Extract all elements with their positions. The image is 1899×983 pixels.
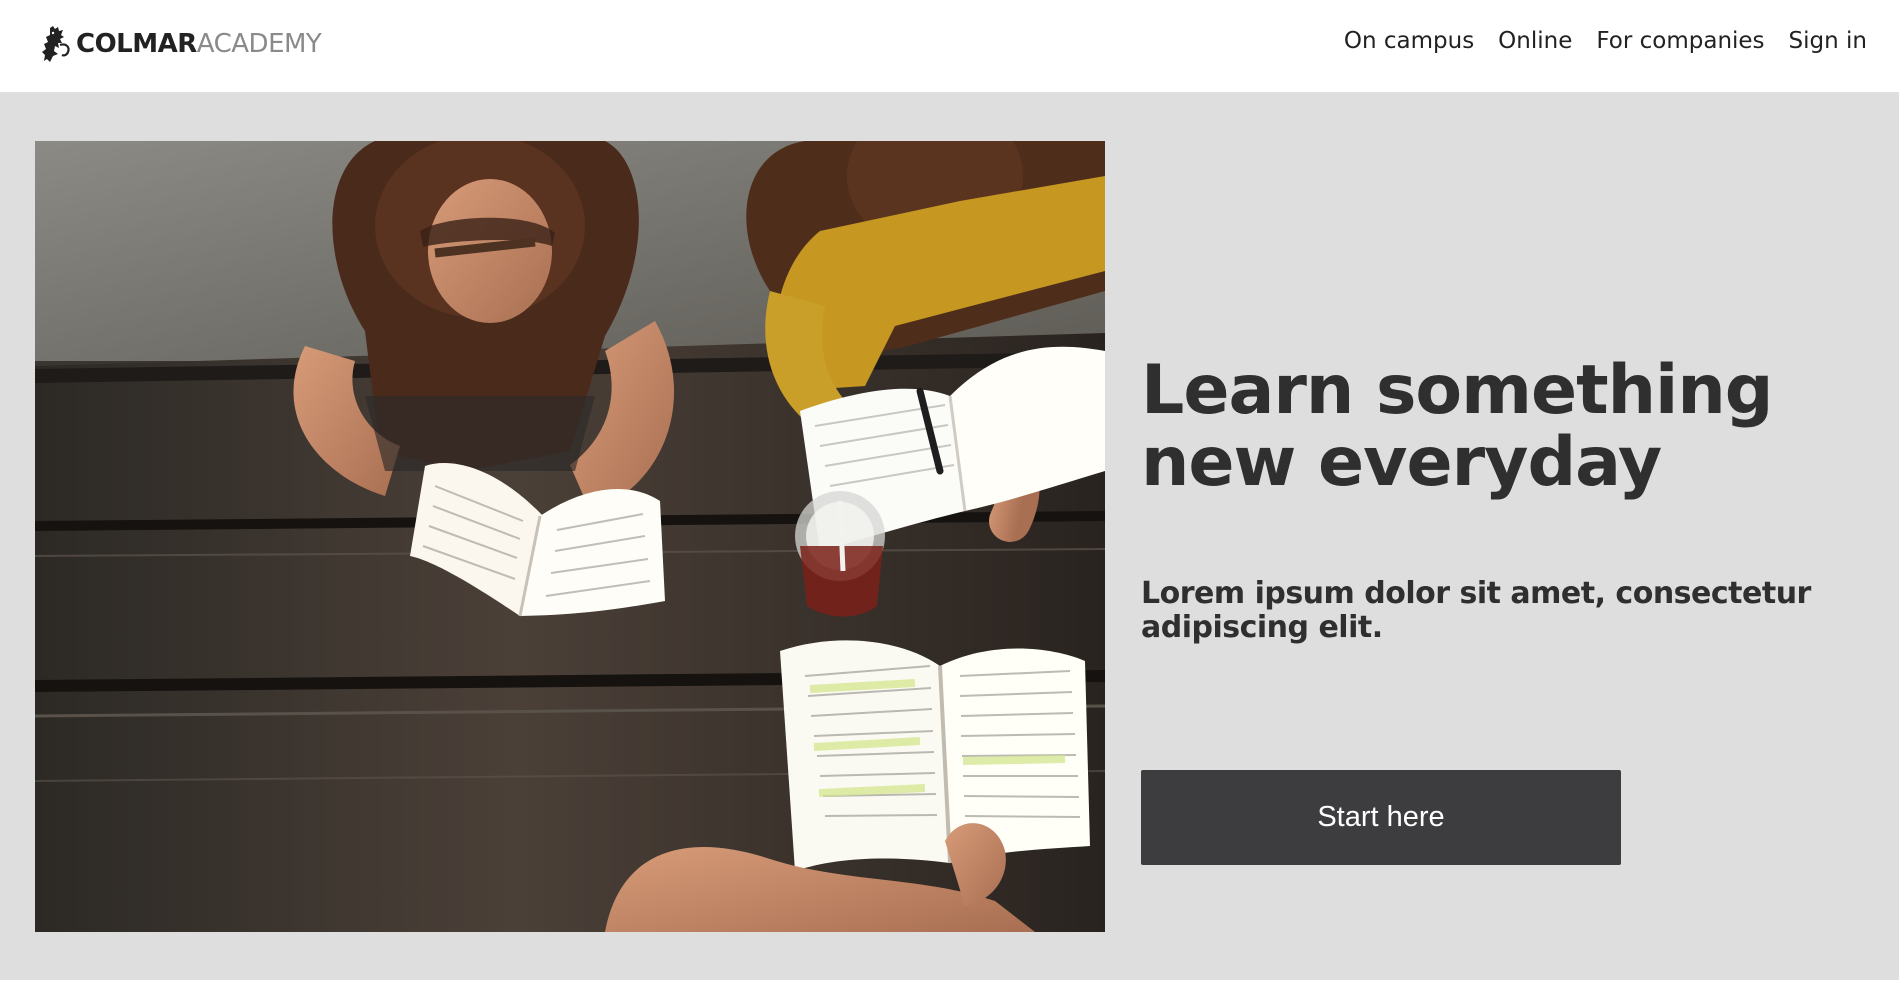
hero-section: Learn something new everyday Lorem ipsum… <box>0 93 1899 980</box>
hero-photo-students-reading <box>35 141 1105 932</box>
logo-name-bold: COLMAR <box>76 29 197 59</box>
hero-subtitle: Lorem ipsum dolor sit amet, consectetur … <box>1141 576 1811 645</box>
nav-link-online[interactable]: Online <box>1498 28 1572 54</box>
lion-rampant-icon <box>42 26 70 62</box>
top-navbar: COLMARACADEMY On campus Online For compa… <box>0 0 1899 93</box>
nav-link-sign-in[interactable]: Sign in <box>1789 28 1867 54</box>
main-navigation: On campus Online For companies Sign in <box>1344 28 1867 54</box>
photo-illustration <box>35 141 1105 932</box>
logo-wordmark: COLMARACADEMY <box>76 29 322 59</box>
hero-content: Learn something new everyday Lorem ipsum… <box>1141 351 1899 865</box>
site-logo[interactable]: COLMARACADEMY <box>40 22 322 66</box>
hero-title: Learn something new everyday <box>1141 351 1773 502</box>
nav-link-on-campus[interactable]: On campus <box>1344 28 1474 54</box>
logo-name-light: ACADEMY <box>196 29 322 59</box>
start-here-button[interactable]: Start here <box>1141 770 1621 865</box>
nav-link-for-companies[interactable]: For companies <box>1596 28 1764 54</box>
